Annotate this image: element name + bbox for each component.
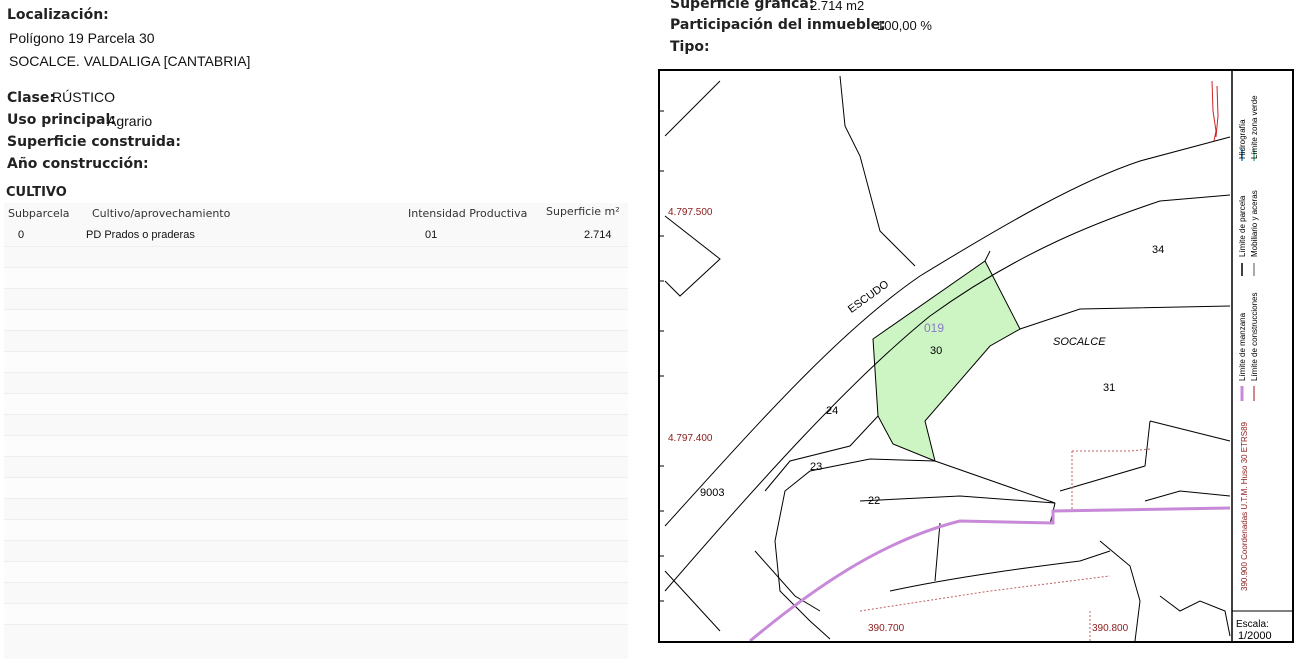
col-header-superficie: Superficie m²: [546, 205, 620, 218]
coord-x-390800: 390.800: [1092, 623, 1129, 634]
legend-limite-manzana: Límite de manzana: [1238, 312, 1247, 381]
empty-row: [4, 414, 628, 436]
participacion-label: Participación del inmueble:: [670, 17, 886, 33]
empty-row: [4, 393, 628, 415]
legend-limite-zona-verde: Límite zona verde: [1250, 95, 1259, 159]
cadastral-map[interactable]: 4.797.500 4.797.400 390.700 390.800 ESCU…: [658, 69, 1294, 643]
empty-row: [4, 372, 628, 394]
anio-construccion-label: Año construcción:: [7, 156, 149, 172]
empty-row: [4, 498, 628, 520]
parcel-label-23[interactable]: 23: [810, 461, 822, 473]
cell-subparcela: 0: [18, 229, 25, 241]
cell-cultivo: PD Prados o praderas: [86, 229, 195, 241]
parcel-30-area: [872, 260, 1021, 462]
legend-coordenadas: 390.900 Coordenadas U.T.M. Huso 30 ETRS8…: [1240, 422, 1249, 591]
empty-row: [4, 351, 628, 373]
empty-row: [4, 540, 628, 562]
superficie-construida-label: Superficie construida:: [7, 134, 181, 150]
col-header-cultivo: Cultivo/aprovechamiento: [92, 207, 231, 220]
empty-row: [4, 246, 628, 268]
empty-row: [4, 624, 628, 646]
empty-row: [4, 519, 628, 541]
participacion-value: 100,00 %: [877, 18, 932, 33]
parcel-label-34[interactable]: 34: [1152, 244, 1164, 256]
empty-row: [4, 330, 628, 352]
parcel-label-9003[interactable]: 9003: [700, 487, 724, 499]
col-header-subparcela: Subparcela: [8, 207, 70, 220]
empty-row: [4, 267, 628, 289]
parcel-label-31[interactable]: 31: [1103, 382, 1115, 394]
escala-value: 1/2000: [1238, 630, 1272, 642]
legend-limite-construcciones: Límite de construcciones: [1250, 292, 1259, 382]
parcel-label-24[interactable]: 24: [826, 405, 838, 417]
empty-row: [4, 288, 628, 310]
uso-principal-value: Agrario: [107, 113, 153, 129]
hydrography-mark: [1211, 80, 1219, 142]
empty-row: [4, 477, 628, 499]
empty-row: [4, 456, 628, 478]
block-limit-line: [749, 506, 1231, 641]
superficie-grafica-label: Superficie gráfica:: [670, 0, 815, 12]
coord-x-390700: 390.700: [868, 623, 905, 634]
parcel-label-22[interactable]: 22: [868, 495, 880, 507]
uso-principal-label: Uso principal:: [7, 112, 116, 128]
cultivo-table: Subparcela Cultivo/aprovechamiento Inten…: [4, 203, 628, 659]
parcel-label-30[interactable]: 30: [930, 345, 942, 357]
cultivo-title: CULTIVO: [6, 185, 67, 200]
empty-row: [4, 603, 628, 625]
empty-row: [4, 582, 628, 604]
escala-label: Escala:: [1236, 619, 1269, 630]
map-canvas: [660, 71, 1292, 641]
place-label-socalce: SOCALCE: [1053, 336, 1106, 348]
empty-row: [4, 435, 628, 457]
coord-y-4797500: 4.797.500: [668, 207, 713, 218]
cell-intensidad: 01: [425, 229, 438, 241]
address-line1: Polígono 19 Parcela 30: [9, 30, 155, 46]
localizacion-label: Localización:: [7, 7, 109, 23]
col-header-intensidad: Intensidad Productiva: [408, 207, 528, 220]
clase-label: Clase:: [7, 90, 55, 106]
legend-mobiliario: Mobiliario y aceras: [1250, 190, 1259, 257]
coord-y-4797400: 4.797.400: [668, 433, 713, 444]
address-line2: SOCALCE. VALDALIGA [CANTABRIA]: [9, 53, 251, 69]
cell-superficie: 2.714: [584, 229, 612, 241]
legend-limite-parcela: Límite de parcela: [1238, 195, 1247, 257]
parcel-code-019: 019: [924, 321, 945, 335]
superficie-grafica-value: 2.714 m2: [810, 0, 865, 13]
empty-row: [4, 561, 628, 583]
tipo-label: Tipo:: [670, 39, 710, 55]
legend-hidrografia: Hidrografía: [1238, 119, 1247, 159]
empty-row: [4, 309, 628, 331]
clase-value: RÚSTICO: [52, 89, 115, 105]
